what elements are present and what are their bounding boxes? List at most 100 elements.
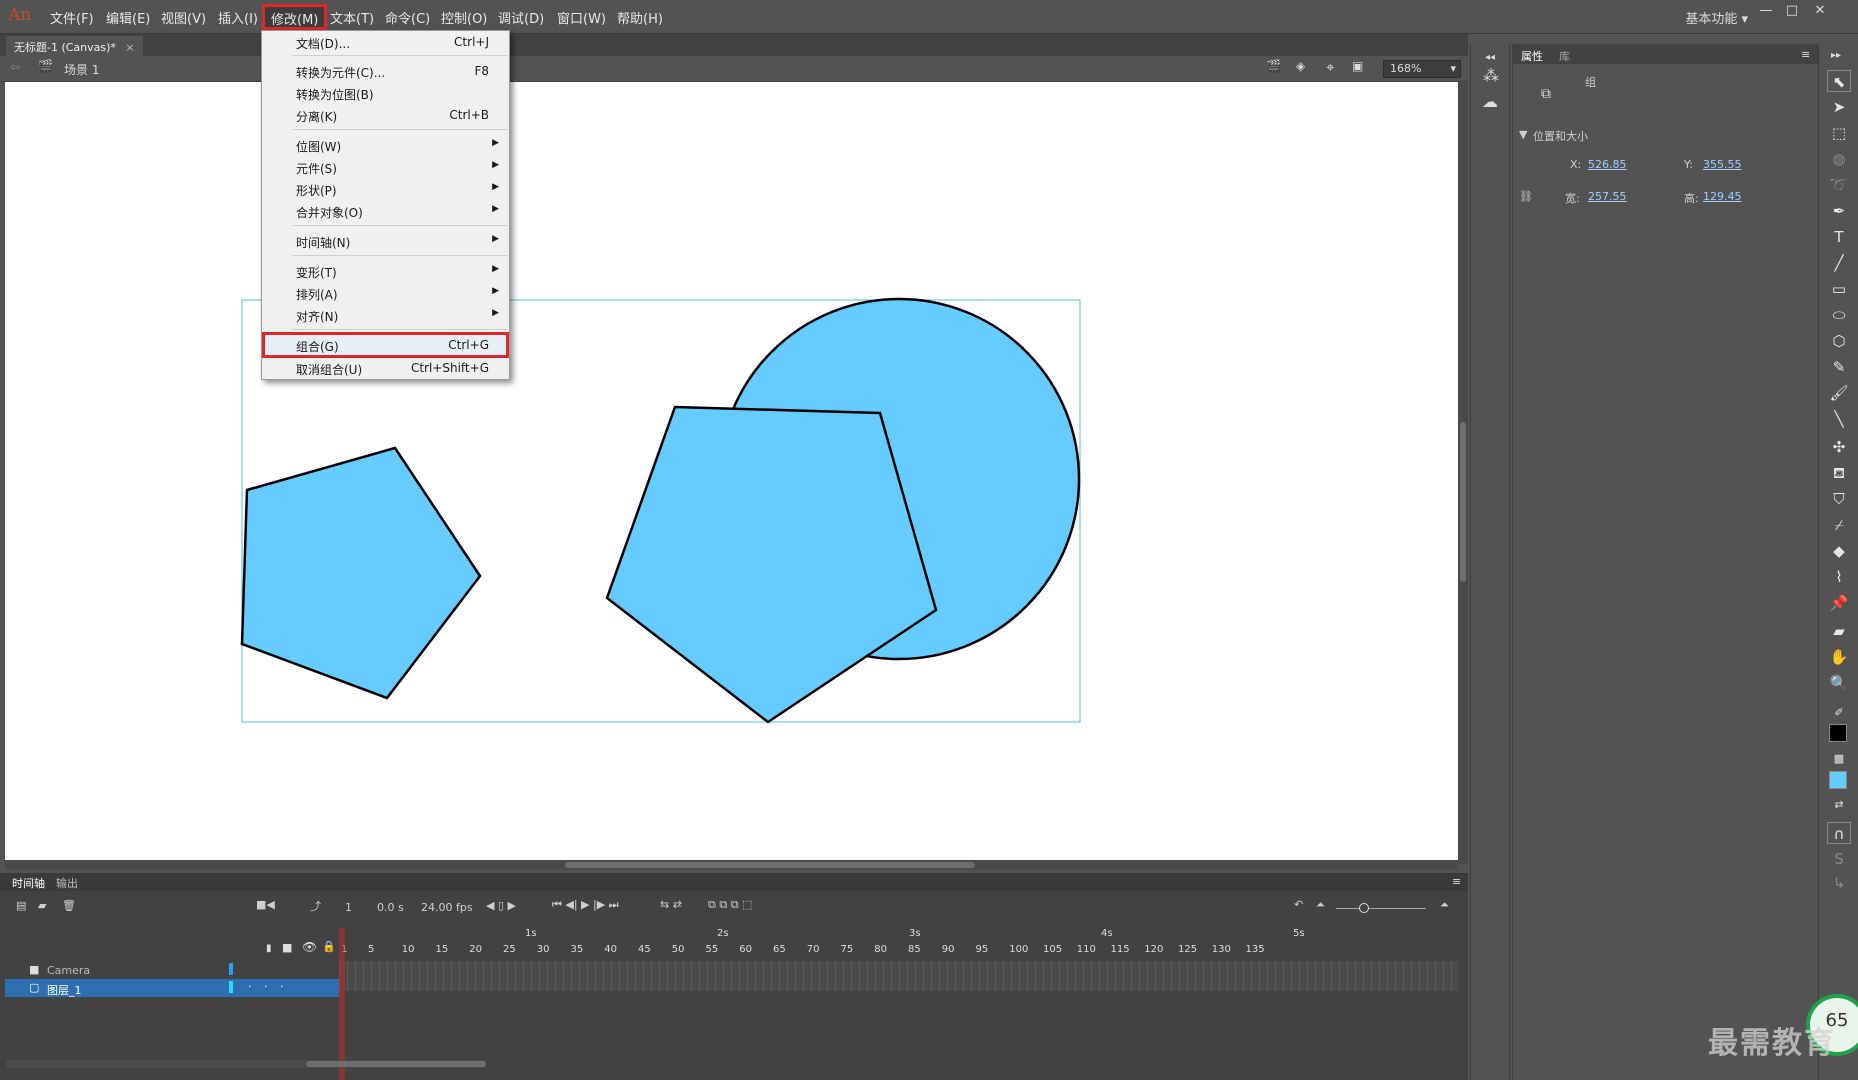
menu-help[interactable]: 帮助(H): [617, 8, 663, 27]
timeline-zoom-slider[interactable]: [1336, 908, 1426, 909]
panel-menu-icon[interactable]: ≡: [1801, 48, 1810, 61]
menu-text[interactable]: 文本(T): [330, 8, 374, 27]
edit-scene-icon[interactable]: 🎬: [1266, 59, 1281, 73]
section-position-size[interactable]: 位置和大小: [1533, 128, 1588, 144]
width-value[interactable]: 257.55: [1588, 190, 1627, 203]
camera-icon[interactable]: ■◀: [256, 898, 275, 911]
zoom-out-icon[interactable]: ⏶: [1316, 898, 1325, 912]
menu-file[interactable]: 文件(F): [50, 8, 94, 27]
lock-dot-icon[interactable]: ·: [280, 980, 284, 993]
pen-tool-icon[interactable]: ✒: [1827, 200, 1851, 222]
scroll-thumb[interactable]: [565, 862, 975, 868]
panel-menu-icon[interactable]: ≡: [1452, 875, 1461, 888]
link-icon[interactable]: ⛓: [1519, 190, 1533, 203]
text-tool-icon[interactable]: T: [1827, 226, 1851, 248]
menu-item-align[interactable]: 对齐(N) ▶: [262, 305, 509, 325]
brush-tool-icon[interactable]: ╲: [1827, 408, 1851, 430]
edit-symbol-icon[interactable]: ◈: [1296, 59, 1305, 73]
center-stage-icon[interactable]: ⌖: [1326, 58, 1334, 76]
paint-brush-tool-icon[interactable]: 🖌: [1827, 382, 1851, 404]
lasso-tool-icon[interactable]: ➰: [1827, 174, 1851, 196]
playhead[interactable]: [339, 928, 345, 1080]
menu-insert[interactable]: 插入(I): [218, 8, 258, 27]
fill-color-swatch[interactable]: [1829, 771, 1847, 789]
stage-canvas[interactable]: [5, 82, 1458, 860]
slider-handle[interactable]: [1359, 903, 1369, 913]
stroke-color-swatch[interactable]: [1829, 724, 1847, 742]
menu-modify[interactable]: 修改(M): [262, 4, 328, 30]
new-layer-icon[interactable]: ▤: [16, 899, 26, 912]
current-frame[interactable]: 1: [345, 901, 352, 914]
smooth-icon[interactable]: S: [1827, 848, 1851, 870]
zoom-tool-icon[interactable]: 🔍: [1827, 672, 1851, 694]
undo-icon[interactable]: ↶: [1294, 898, 1303, 911]
snap-to-objects-icon[interactable]: ∩: [1827, 822, 1851, 844]
scroll-thumb[interactable]: [306, 1061, 486, 1067]
new-folder-icon[interactable]: ▰: [38, 899, 46, 912]
motion-presets-icon[interactable]: ⁂: [1483, 66, 1499, 85]
paint-bucket-tool-icon[interactable]: ⛾: [1827, 462, 1851, 484]
frame-grid[interactable]: [339, 961, 1459, 991]
line-tool-icon[interactable]: ╱: [1827, 252, 1851, 274]
camera-tool-icon[interactable]: ▰: [1827, 620, 1851, 642]
asset-warp-tool-icon[interactable]: 📌: [1827, 592, 1851, 614]
fill-color-icon[interactable]: ▩: [1827, 748, 1851, 770]
lock-icon[interactable]: 🔒: [322, 940, 336, 953]
rectangle-tool-icon[interactable]: ▭: [1827, 278, 1851, 300]
subselection-tool-icon[interactable]: ➤: [1827, 96, 1851, 118]
document-tab[interactable]: 无标题-1 (Canvas)* ×: [6, 36, 143, 56]
visibility-dot-icon[interactable]: ·: [248, 980, 252, 993]
zoom-select[interactable]: 168% ▾: [1383, 60, 1461, 78]
menu-item-arrange[interactable]: 排列(A) ▶: [262, 283, 509, 303]
stroke-color-icon[interactable]: ✐: [1827, 702, 1851, 724]
menu-item-convert-to-bitmap[interactable]: 转换为位图(B): [262, 83, 509, 103]
free-transform-tool-icon[interactable]: ⬚: [1827, 122, 1851, 144]
eye-icon[interactable]: 👁: [302, 940, 317, 954]
menu-item-symbol[interactable]: 元件(S) ▶: [262, 157, 509, 177]
current-time[interactable]: 0.0 s: [377, 901, 404, 914]
menu-item-shape[interactable]: 形状(P) ▶: [262, 179, 509, 199]
vertical-scrollbar[interactable]: [1458, 82, 1468, 864]
horizontal-scrollbar[interactable]: [5, 860, 1458, 870]
outline-icon[interactable]: ▮: [266, 943, 272, 954]
camera-layer-icon[interactable]: ■: [282, 941, 292, 954]
collapse-triangle-icon[interactable]: ▼: [1519, 128, 1527, 141]
cc-libraries-icon[interactable]: ☁: [1482, 92, 1498, 111]
3d-rotation-tool-icon[interactable]: ◍: [1827, 148, 1851, 170]
playback-controls-icon[interactable]: ⏮ ◀| ▶ |▶ ⏭: [552, 898, 619, 912]
minimize-icon[interactable]: —: [1754, 3, 1778, 21]
scroll-thumb[interactable]: [1460, 422, 1466, 582]
x-value[interactable]: 526.85: [1588, 158, 1627, 171]
tab-library[interactable]: 库: [1559, 48, 1570, 64]
layer-row-layer1[interactable]: ▢ 图层_1 · · ·: [5, 979, 339, 997]
zoom-in-icon[interactable]: ⏶: [1440, 898, 1449, 912]
eyedropper-tool-icon[interactable]: ⌿: [1827, 514, 1851, 536]
maximize-icon[interactable]: □: [1780, 3, 1804, 21]
menu-item-timeline[interactable]: 时间轴(N) ▶: [262, 231, 509, 251]
menu-commands[interactable]: 命令(C): [385, 8, 430, 27]
collapse-arrows-icon[interactable]: ▸▸: [1831, 50, 1841, 61]
layer-row-camera[interactable]: ■ Camera: [5, 961, 339, 979]
tab-output[interactable]: 输出: [56, 875, 78, 891]
menu-item-break-apart[interactable]: 分离(K) Ctrl+B: [262, 105, 509, 125]
menu-item-document[interactable]: 文档(D)... Ctrl+J: [262, 32, 509, 52]
polystar-tool-icon[interactable]: ⬡: [1827, 330, 1851, 352]
menu-item-group[interactable]: 组合(G) Ctrl+G: [262, 332, 509, 358]
menu-debug[interactable]: 调试(D): [498, 8, 544, 27]
straighten-icon[interactable]: ↳: [1827, 872, 1851, 894]
prev-keyframe-icon[interactable]: ◀ ▯ ▶: [486, 899, 516, 912]
delete-icon[interactable]: 🗑: [62, 899, 76, 912]
menu-item-convert-to-symbol[interactable]: 转换为元件(C)... F8: [262, 61, 509, 81]
workspace-switcher[interactable]: 基本功能 ▾: [1685, 8, 1748, 27]
menu-edit[interactable]: 编辑(E): [106, 8, 150, 27]
visibility-dot-icon[interactable]: ·: [264, 980, 268, 993]
close-tab-icon[interactable]: ×: [125, 41, 134, 54]
oval-tool-icon[interactable]: ⬭: [1827, 304, 1851, 326]
menu-item-combine-objects[interactable]: 合并对象(O) ▶: [262, 201, 509, 221]
menu-control[interactable]: 控制(O): [441, 8, 487, 27]
loop-icon[interactable]: ⇆ ⇄: [660, 898, 682, 911]
width-tool-icon[interactable]: ⌇: [1827, 566, 1851, 588]
graph-icon[interactable]: ⤴: [310, 898, 321, 914]
menu-item-ungroup[interactable]: 取消组合(U) Ctrl+Shift+G: [262, 358, 509, 378]
hand-tool-icon[interactable]: ✋: [1827, 646, 1851, 668]
